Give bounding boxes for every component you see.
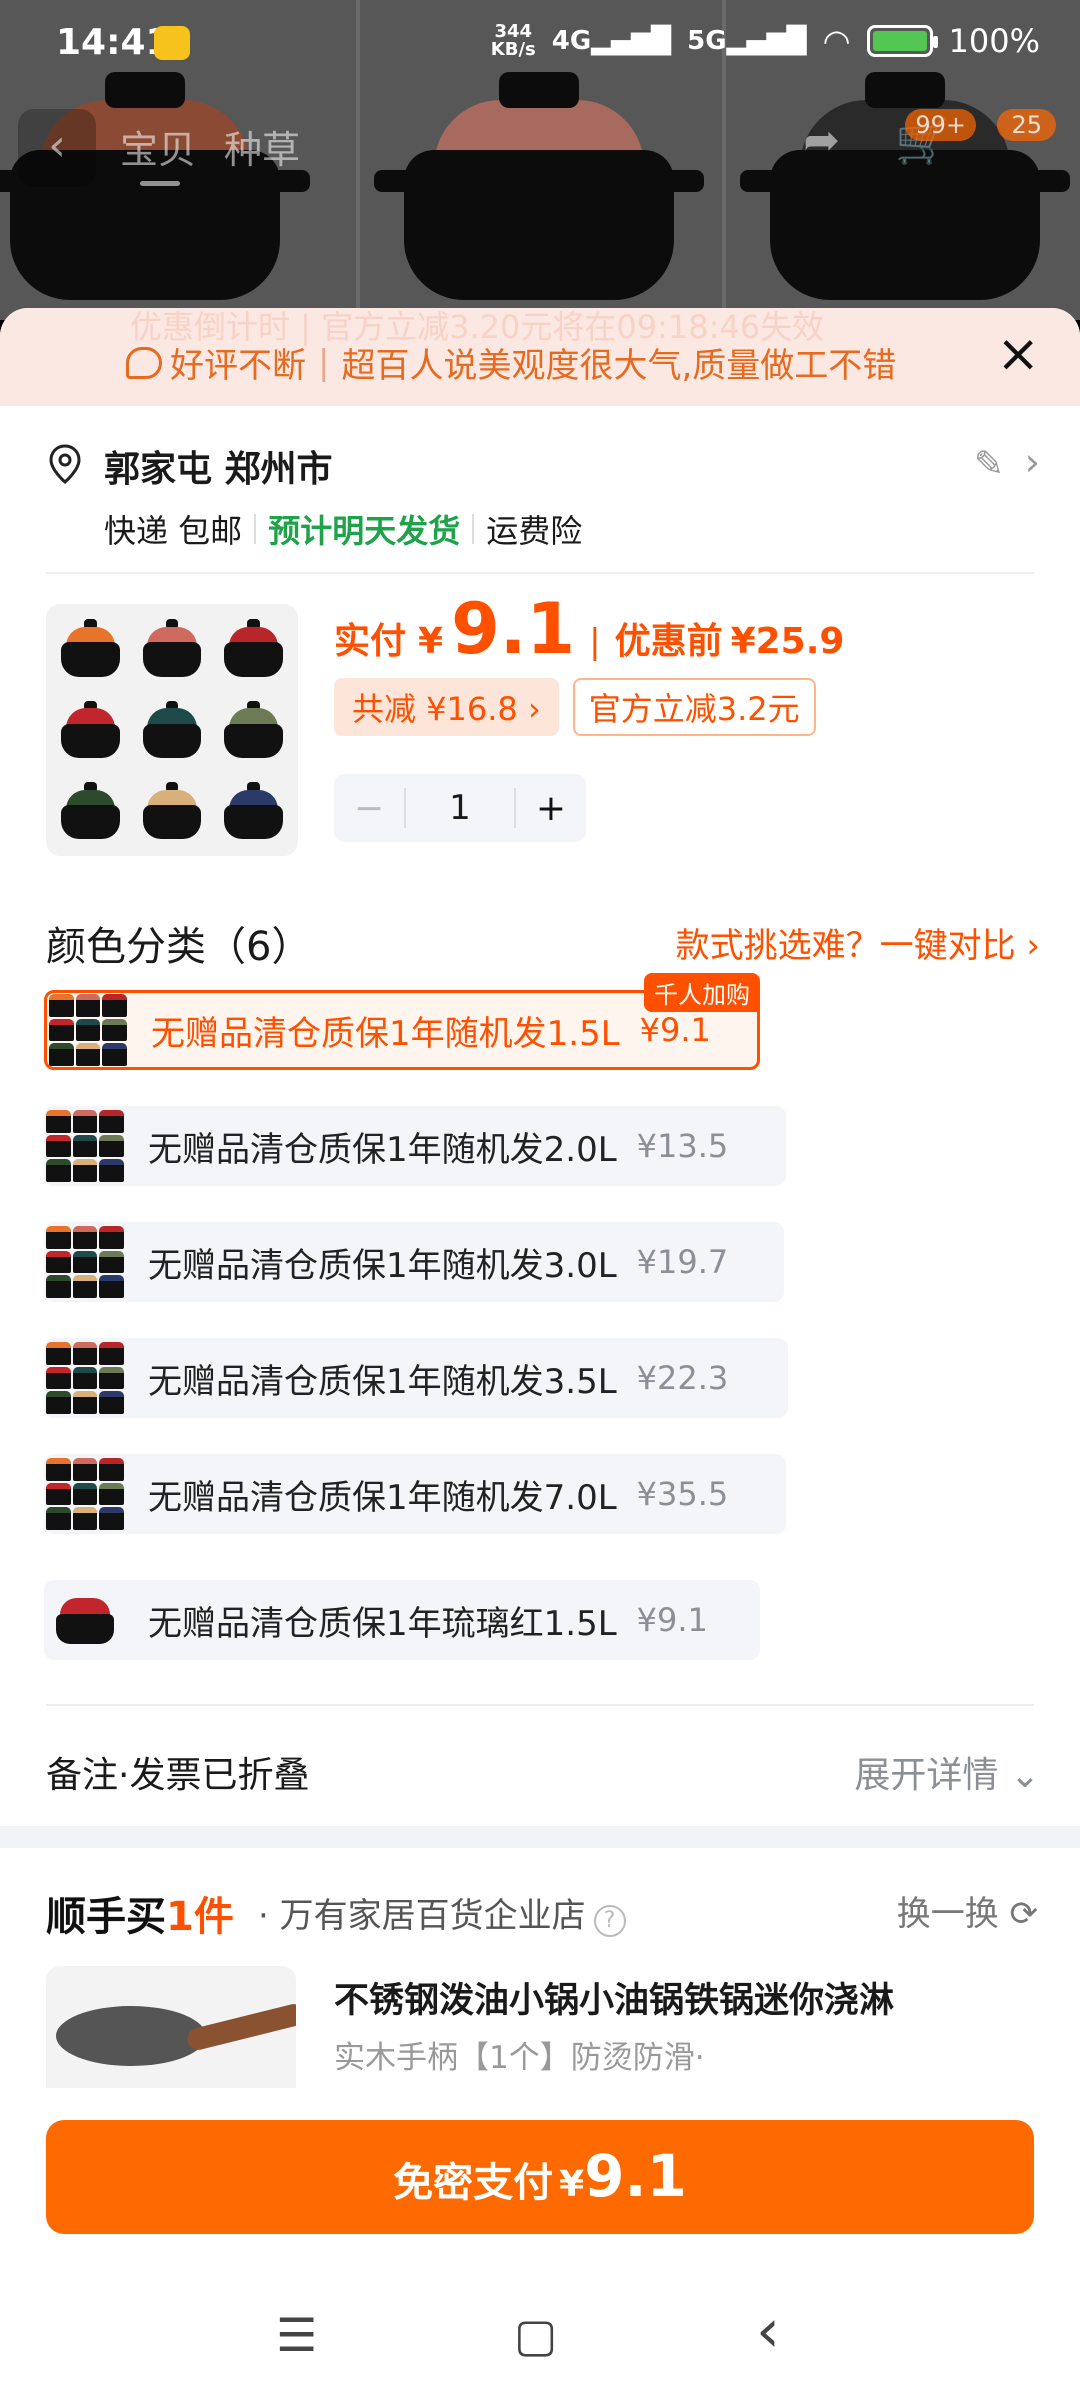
menu-icon[interactable]: ☰ <box>276 2308 317 2362</box>
signal-4g-icon: 4G▂▄▆█ <box>551 26 672 56</box>
back-icon[interactable]: ‹ <box>756 2296 780 2366</box>
chat-bubble-icon <box>126 346 162 379</box>
banner-message: 超百人说美观度很大气,质量做工不错 <box>341 346 897 386</box>
home-icon[interactable]: ▢ <box>514 2308 557 2362</box>
tab-item[interactable]: 宝贝 <box>120 119 196 174</box>
paid-price: 9.1 <box>451 588 576 670</box>
product-summary: 实付 ¥ 9.1 | 优惠前 ¥25.9 共减 ¥16.8 › 官方立减3.2元… <box>0 574 1080 894</box>
color-options-continued: 无赠品清仓质保1年琉璃红1.5L ¥9.1 <box>0 1580 1080 1660</box>
option-thumbnail <box>46 1226 124 1298</box>
pay-bar: 免密支付 ¥ 9.1 ☰ ▢ ‹ <box>0 2088 1080 2400</box>
swap-button[interactable]: 换一换 ⟳ <box>897 1886 1038 1935</box>
location-pin-icon <box>49 444 81 484</box>
thumbnail-pot <box>52 773 129 850</box>
color-option-2[interactable]: 无赠品清仓质保1年随机发2.0L ¥13.5 <box>44 1106 786 1186</box>
addon-product-desc: 实木手柄【1个】防烫防滑· <box>334 2040 705 2076</box>
signal-5g-icon: 5G▂▄▆█ <box>687 26 807 56</box>
edit-icon[interactable]: ✎ <box>974 444 1004 485</box>
network-speed: 344 KB/s <box>490 21 536 60</box>
thumbnail-pot <box>215 691 292 768</box>
address-section[interactable]: 郭家屯 郑州市 ✎ › 快递 包邮 预计明天发货 运费险 <box>0 406 1080 574</box>
system-nav-bar: ☰ ▢ ‹ <box>0 2288 1080 2398</box>
background-nav: ‹ 宝贝 种草 ➦ 🛒 99+ 25 <box>0 105 1080 187</box>
product-thumbnail[interactable] <box>46 604 298 856</box>
option-thumbnail <box>49 994 127 1066</box>
currency-symbol: ¥ <box>418 621 444 662</box>
option-thumbnail <box>46 1342 124 1414</box>
remark-label: 备注·发票已折叠 <box>46 1755 310 1796</box>
official-discount-chip: 官方立减3.2元 <box>572 678 816 736</box>
thumbnail-pot <box>133 773 210 850</box>
pay-button[interactable]: 免密支付 ¥ 9.1 <box>46 2120 1034 2234</box>
option-price: ¥19.7 <box>636 1243 729 1281</box>
review-banner: 优惠倒计时 | 官方立减3.20元将在09:18:46失效 好评不断 | 超百人… <box>0 308 1080 406</box>
delivery-method: 快递 包邮 <box>104 512 243 550</box>
quantity-stepper: − 1 + <box>334 774 586 842</box>
wifi-icon: ◠ <box>822 22 851 60</box>
battery-icon <box>866 25 938 57</box>
color-section-title: 颜色分类（6） <box>46 924 312 970</box>
color-option-5[interactable]: 无赠品清仓质保1年随机发7.0L ¥35.5 <box>44 1454 786 1534</box>
before-discount-label: 优惠前 <box>614 621 723 662</box>
option-price: ¥22.3 <box>636 1359 729 1397</box>
color-section-header: 颜色分类（6） 款式挑选难？一键对比 › <box>0 894 1080 990</box>
thumbnail-pot <box>133 610 210 687</box>
increase-button[interactable]: + <box>516 788 586 829</box>
option-name: 无赠品清仓质保1年琉璃红1.5L <box>148 1603 617 1644</box>
battery-percent: 100% <box>948 22 1040 60</box>
addon-store[interactable]: · 万有家居百货企业店? <box>258 1888 626 1937</box>
option-price: ¥13.5 <box>636 1127 729 1165</box>
address-name: 郭家屯 郑州市 <box>104 449 333 490</box>
purchase-sheet: 优惠倒计时 | 官方立减3.20元将在09:18:46失效 好评不断 | 超百人… <box>0 308 1080 2400</box>
thumbnail-pot <box>133 691 210 768</box>
option-name: 无赠品清仓质保1年随机发2.0L <box>148 1129 617 1170</box>
paid-label: 实付 <box>334 621 407 662</box>
chevron-right-icon[interactable]: › <box>1025 440 1040 484</box>
option-price: ¥35.5 <box>636 1475 729 1513</box>
close-icon[interactable]: × <box>996 328 1040 380</box>
popular-badge: 千人加购 <box>644 973 760 1012</box>
option-thumbnail <box>46 1584 124 1656</box>
color-option-4[interactable]: 无赠品清仓质保1年随机发3.5L ¥22.3 <box>44 1338 788 1418</box>
notification-app-icon <box>154 26 190 60</box>
addon-brand: 顺手买1件 <box>46 1894 234 1940</box>
option-name: 无赠品清仓质保1年随机发3.0L <box>148 1245 617 1286</box>
remark-section[interactable]: 备注·发票已折叠 展开详情 ⌄ <box>0 1706 1080 1826</box>
quantity-value[interactable]: 1 <box>404 788 516 828</box>
expand-details-button[interactable]: 展开详情 ⌄ <box>854 1746 1040 1798</box>
thumbnail-pot <box>215 773 292 850</box>
cart-badge: 99+ <box>905 109 976 141</box>
status-bar: 14:41 344 KB/s 4G▂▄▆█ 5G▂▄▆█ ◠ 100% <box>0 0 1080 90</box>
option-name: 无赠品清仓质保1年随机发3.5L <box>148 1361 617 1402</box>
option-name: 无赠品清仓质保1年随机发7.0L <box>148 1477 617 1518</box>
compare-link[interactable]: 款式挑选难？一键对比 › <box>676 918 1040 967</box>
shipping-insurance: 运费险 <box>486 512 583 550</box>
thumbnail-pot <box>52 610 129 687</box>
before-discount-price: ¥25.9 <box>730 621 845 662</box>
decrease-button[interactable]: − <box>334 788 404 829</box>
color-options: 无赠品清仓质保1年随机发1.5L ¥9.1 千人加购 无赠品清仓质保1年随机发2… <box>0 973 1080 1580</box>
option-price: ¥9.1 <box>636 1601 708 1639</box>
option-name: 无赠品清仓质保1年随机发1.5L <box>151 1013 620 1054</box>
chevron-left-icon[interactable]: ‹ <box>18 109 96 187</box>
shipping-eta: 预计明天发货 <box>268 512 461 550</box>
option-thumbnail <box>46 1110 124 1182</box>
option-price: ¥9.1 <box>639 1011 711 1049</box>
color-option-3[interactable]: 无赠品清仓质保1年随机发3.0L ¥19.7 <box>44 1222 784 1302</box>
banner-headline: 好评不断 <box>170 346 306 386</box>
thumbnail-pot <box>215 610 292 687</box>
tab-recommend[interactable]: 种草 <box>224 119 300 174</box>
color-option-1[interactable]: 无赠品清仓质保1年随机发1.5L ¥9.1 千人加购 <box>44 973 760 1070</box>
total-discount-chip[interactable]: 共减 ¥16.8 › <box>334 678 559 736</box>
share-icon[interactable]: ➦ <box>803 115 840 166</box>
addon-product-name[interactable]: 不锈钢泼油小锅小油锅铁锅迷你浇淋 <box>334 1972 894 2023</box>
tab-indicator <box>140 181 180 186</box>
color-option-6[interactable]: 无赠品清仓质保1年琉璃红1.5L ¥9.1 <box>44 1580 760 1660</box>
help-icon[interactable]: ? <box>593 1905 626 1937</box>
thumbnail-pot <box>52 691 129 768</box>
message-badge: 25 <box>997 109 1056 141</box>
option-thumbnail <box>46 1458 124 1530</box>
